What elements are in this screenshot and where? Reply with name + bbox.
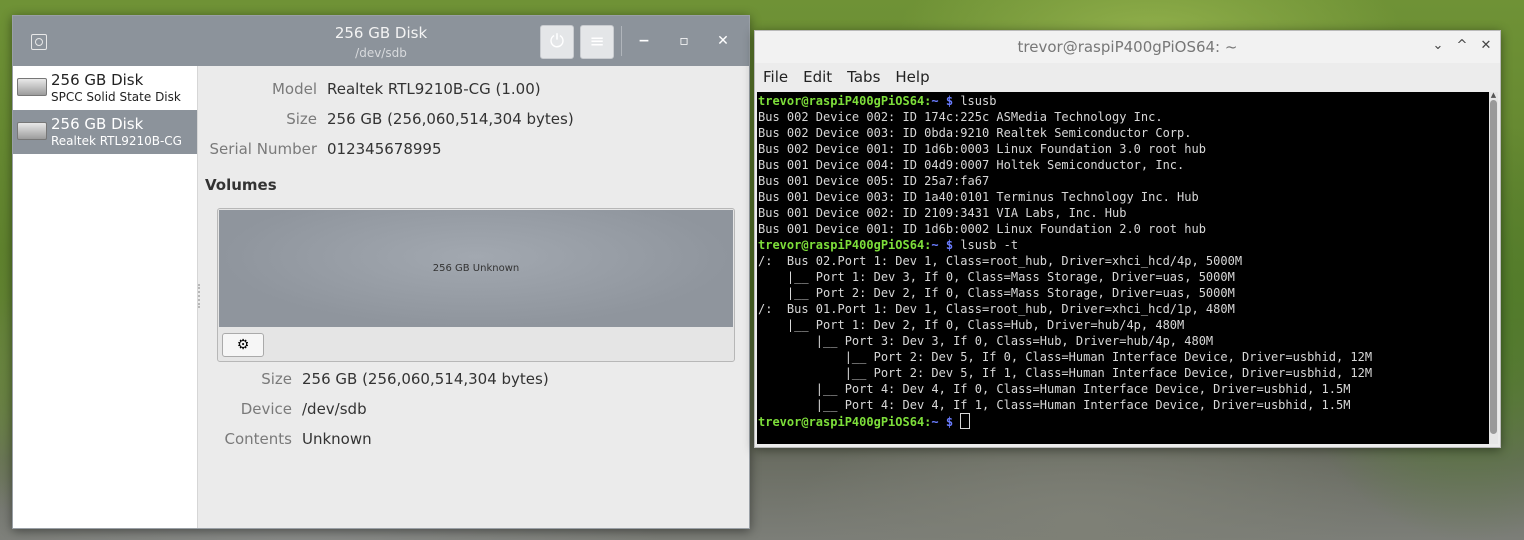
close-icon: ✕ <box>717 33 729 49</box>
serial-value: 012345678995 <box>327 140 442 158</box>
volume-contents-label: Contents <box>224 430 292 448</box>
output-line: Bus 001 Device 002: ID 2109:3431 VIA Lab… <box>758 206 1127 220</box>
scrollbar-thumb[interactable] <box>1490 100 1497 434</box>
output-line: |__ Port 4: Dev 4, If 1, Class=Human Int… <box>758 398 1351 412</box>
output-line: Bus 001 Device 004: ID 04d9:0007 Holtek … <box>758 158 1185 172</box>
output-line: Bus 002 Device 002: ID 174c:225c ASMedia… <box>758 110 1163 124</box>
menu-help[interactable]: Help <box>887 63 936 86</box>
terminal-window: trevor@raspiP400gPiOS64: ~ ⌄ ^ ✕ File Edi… <box>754 30 1501 448</box>
close-button[interactable]: ✕ <box>712 30 734 52</box>
model-label: Model <box>271 80 317 98</box>
terminal-title: trevor@raspiP400gPiOS64: ~ <box>1017 38 1238 56</box>
output-line: Bus 001 Device 001: ID 1d6b:0002 Linux F… <box>758 222 1206 236</box>
scroll-up-arrow-icon[interactable]: ▲ <box>1489 92 1498 99</box>
output-line: Bus 002 Device 003: ID 0bda:9210 Realtek… <box>758 126 1192 140</box>
volumes-heading: Volumes <box>205 176 277 194</box>
prompt-line: trevor@raspiP400gPiOS64:~ $ lsusb <box>758 94 997 108</box>
hamburger-menu-icon: ≡ <box>589 31 605 52</box>
menu-tabs[interactable]: Tabs <box>839 63 887 86</box>
drive-item-spcc[interactable]: 256 GB Disk SPCC Solid State Disk <box>13 66 197 110</box>
drive-list: 256 GB Disk SPCC Solid State Disk 256 GB… <box>13 66 198 528</box>
drive-description: SPCC Solid State Disk <box>51 90 181 104</box>
output-line: |__ Port 2: Dev 5, If 0, Class=Human Int… <box>758 350 1373 364</box>
serial-label: Serial Number <box>209 140 317 158</box>
output-line: |__ Port 1: Dev 3, If 0, Class=Mass Stor… <box>758 270 1235 284</box>
terminal-scrollbar[interactable]: ▲ <box>1489 92 1498 444</box>
model-value: Realtek RTL9210B-CG (1.00) <box>327 80 541 98</box>
output-line: |__ Port 1: Dev 2, If 0, Class=Hub, Driv… <box>758 318 1185 332</box>
drive-menu-button[interactable]: ≡ <box>580 25 614 59</box>
power-icon: ⏻ <box>549 31 565 52</box>
menu-file[interactable]: File <box>755 63 795 86</box>
hard-disk-icon <box>17 122 47 140</box>
partition-block[interactable]: 256 GB Unknown <box>219 210 733 327</box>
maximize-button[interactable]: ▫ <box>673 30 695 52</box>
close-button[interactable]: ✕ <box>1477 37 1495 55</box>
volume-device-label: Device <box>240 400 292 418</box>
volume-contents-value: Unknown <box>302 430 372 448</box>
power-off-button[interactable]: ⏻ <box>540 25 574 59</box>
partition-options-button[interactable]: ⚙ <box>222 333 264 357</box>
close-icon: ✕ <box>1480 38 1492 53</box>
chevron-up-icon: ^ <box>1456 38 1468 53</box>
minimize-button[interactable]: − <box>633 30 655 52</box>
output-line: /: Bus 01.Port 1: Dev 1, Class=root_hub,… <box>758 302 1235 316</box>
volume-size-label: Size <box>261 370 292 388</box>
output-line: Bus 002 Device 001: ID 1d6b:0003 Linux F… <box>758 142 1206 156</box>
maximize-icon: ▫ <box>679 33 689 49</box>
text-cursor <box>960 413 971 429</box>
minimize-icon: − <box>638 33 650 49</box>
terminal-output[interactable]: trevor@raspiP400gPiOS64:~ $ lsusb Bus 00… <box>757 92 1489 444</box>
maximize-button[interactable]: ^ <box>1453 37 1471 55</box>
drive-item-realtek[interactable]: 256 GB Disk Realtek RTL9210B-CG <box>13 110 197 154</box>
prompt-line: trevor@raspiP400gPiOS64:~ $ <box>758 413 971 429</box>
volume-size-value: 256 GB (256,060,514,304 bytes) <box>302 370 549 388</box>
output-line: Bus 001 Device 005: ID 25a7:fa67 <box>758 174 990 188</box>
terminal-menubar: File Edit Tabs Help <box>755 63 1500 91</box>
volume-device-value: /dev/sdb <box>302 400 367 418</box>
output-line: /: Bus 02.Port 1: Dev 1, Class=root_hub,… <box>758 254 1243 268</box>
drive-name: 256 GB Disk <box>51 71 144 89</box>
disks-titlebar[interactable]: 256 GB Disk /dev/sdb ⏻ ≡ − ▫ ✕ <box>13 16 749 66</box>
output-line: |__ Port 4: Dev 4, If 0, Class=Human Int… <box>758 382 1351 396</box>
size-value: 256 GB (256,060,514,304 bytes) <box>327 110 574 128</box>
titlebar-separator <box>621 26 622 56</box>
output-line: |__ Port 2: Dev 5, If 1, Class=Human Int… <box>758 366 1373 380</box>
command-text: lsusb -t <box>960 238 1019 252</box>
command-text: lsusb <box>960 94 997 108</box>
drive-details: Model Realtek RTL9210B-CG (1.00) Size 25… <box>197 66 749 528</box>
prompt-line: trevor@raspiP400gPiOS64:~ $ lsusb -t <box>758 238 1019 252</box>
drive-description: Realtek RTL9210B-CG <box>51 134 182 148</box>
output-line: |__ Port 2: Dev 2, If 0, Class=Mass Stor… <box>758 286 1235 300</box>
minimize-button[interactable]: ⌄ <box>1429 37 1447 55</box>
volumes-graph: 256 GB Unknown ⚙ <box>217 208 735 362</box>
hard-disk-icon <box>17 78 47 96</box>
gears-icon: ⚙ <box>236 337 250 353</box>
disks-window: 256 GB Disk /dev/sdb ⏻ ≡ − ▫ ✕ 256 GB Di… <box>12 15 750 529</box>
menu-edit[interactable]: Edit <box>795 63 839 86</box>
terminal-titlebar[interactable]: trevor@raspiP400gPiOS64: ~ ⌄ ^ ✕ <box>755 31 1500 63</box>
output-line: |__ Port 3: Dev 3, If 0, Class=Hub, Driv… <box>758 334 1214 348</box>
drive-name: 256 GB Disk <box>51 115 144 133</box>
chevron-down-icon: ⌄ <box>1432 38 1444 53</box>
output-line: Bus 001 Device 003: ID 1a40:0101 Terminu… <box>758 190 1199 204</box>
size-label: Size <box>286 110 317 128</box>
